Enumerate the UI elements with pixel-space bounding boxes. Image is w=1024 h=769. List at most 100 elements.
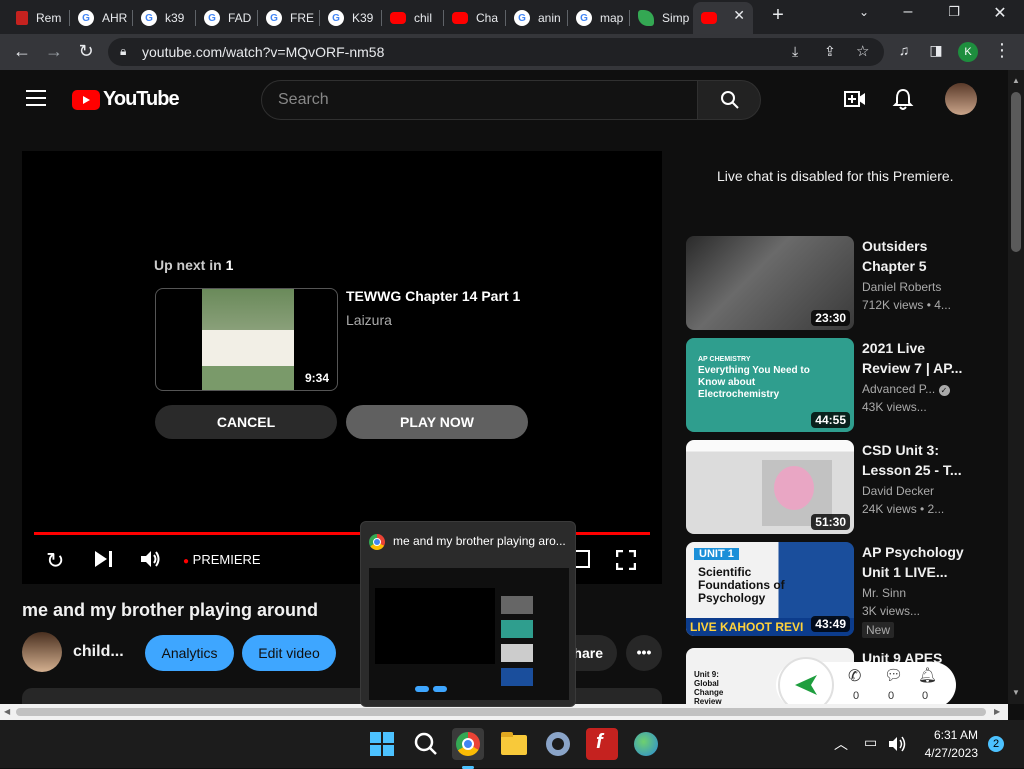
restore-icon[interactable]: ❐ (942, 4, 966, 20)
preview-thumbnail[interactable] (369, 568, 569, 700)
browser-tab[interactable]: G FRE (258, 4, 320, 32)
video-title[interactable]: CSD Unit 3: Lesson 25 - T... (862, 440, 972, 480)
next-video-icon[interactable] (94, 550, 114, 568)
thumbnail-text: Everything You Need to Know about Electr… (698, 365, 810, 400)
clock-time[interactable]: 6:31 AM (918, 728, 978, 742)
recommended-video[interactable]: AP CHEMISTRY Everything You Need to Know… (686, 338, 986, 432)
back-icon[interactable]: ← (10, 41, 34, 62)
hamburger-menu-icon[interactable] (26, 90, 46, 106)
taskbar-search-icon[interactable] (410, 728, 442, 760)
browser-tab[interactable]: Cha (444, 4, 506, 32)
channel-avatar[interactable] (22, 632, 62, 672)
video-title[interactable]: 2021 Live Review 7 | AP... (862, 338, 972, 378)
video-channel[interactable]: Advanced P... ✓ (862, 382, 950, 396)
network-icon[interactable]: ▭ (864, 734, 877, 751)
globe-app-icon[interactable] (630, 728, 662, 760)
fullscreen-icon[interactable] (616, 550, 636, 570)
browser-toolbar: ← → ↻ 🔒︎ youtube.com/watch?v=MQvORF-nm58… (0, 34, 1024, 70)
media-control-icon[interactable]: ♫ (894, 42, 914, 58)
side-panel-icon[interactable]: ◨ (926, 42, 946, 59)
browser-tab[interactable]: G FAD (196, 4, 258, 32)
file-explorer-icon[interactable] (498, 728, 530, 760)
show-hidden-icons-chevron-icon[interactable]: ︿ (834, 734, 848, 754)
video-thumbnail[interactable]: AP CHEMISTRY Everything You Need to Know… (686, 338, 854, 432)
analytics-button[interactable]: Analytics (145, 635, 234, 671)
browser-tab[interactable]: G map (568, 4, 630, 32)
recommended-video[interactable]: 51:30 CSD Unit 3: Lesson 25 - T... David… (686, 440, 986, 534)
browser-tab[interactable]: Rem (8, 4, 70, 32)
create-video-icon[interactable] (844, 88, 866, 110)
share-icon[interactable]: ⇪ (824, 43, 836, 60)
volume-icon[interactable] (140, 549, 162, 569)
up-next-title[interactable]: TEWWG Chapter 14 Part 1 (346, 288, 520, 304)
flash-app-icon[interactable]: f (586, 728, 618, 760)
speaker-icon[interactable] (888, 735, 908, 753)
cancel-autoplay-button[interactable]: CANCEL (155, 405, 337, 439)
minimize-icon[interactable]: – (896, 3, 920, 21)
new-tab-icon[interactable]: + (766, 4, 790, 27)
taskbar-window-preview[interactable]: me and my brother playing aro... (360, 521, 576, 707)
video-channel[interactable]: Mr. Sinn (862, 586, 906, 600)
preview-edit (433, 686, 447, 692)
browser-tab-active[interactable]: ✕ (693, 2, 753, 34)
edit-video-button[interactable]: Edit video (242, 635, 336, 671)
scroll-down-icon[interactable]: ▼ (1012, 688, 1020, 697)
chat-bubble-icon[interactable]: 💬︎ (884, 666, 903, 684)
video-thumbnail[interactable]: 23:30 (686, 236, 854, 330)
vertical-scrollbar[interactable]: ▲ ▼ (1008, 70, 1024, 704)
menu-dots-icon[interactable]: ⋮ (992, 40, 1012, 61)
browser-tab[interactable]: G AHR (70, 4, 133, 32)
browser-tab[interactable]: G anin (506, 4, 568, 32)
scrollbar-thumb[interactable] (1011, 92, 1021, 252)
tab-label: chil (414, 11, 433, 25)
search-button[interactable] (697, 80, 761, 120)
bookmark-star-icon[interactable]: ☆ (856, 42, 869, 60)
video-channel[interactable]: Daniel Roberts (862, 280, 941, 294)
clock-date[interactable]: 4/27/2023 (918, 746, 978, 760)
replay-icon[interactable]: ↻ (46, 548, 64, 574)
url-text[interactable]: youtube.com/watch?v=MQvORF-nm58 (142, 44, 384, 60)
notifications-bell-icon[interactable] (892, 87, 914, 111)
up-next-duration: 9:34 (300, 370, 333, 386)
preview-title: me and my brother playing aro... (393, 534, 566, 548)
reload-icon[interactable]: ↻ (74, 41, 98, 62)
bell-icon[interactable]: 🔔︎ (918, 666, 937, 684)
install-icon[interactable]: ⤓ (792, 43, 798, 60)
chrome-icon (456, 732, 480, 756)
search-input[interactable]: Search (261, 80, 698, 120)
tab-search-icon[interactable]: ⌄ (852, 5, 876, 19)
video-title[interactable]: Outsiders Chapter 5 (862, 236, 972, 276)
video-player[interactable]: Up next in 1 9:34 TEWWG Chapter 14 Part … (22, 151, 662, 584)
play-now-button[interactable]: PLAY NOW (346, 405, 528, 439)
video-thumbnail[interactable]: 51:30 (686, 440, 854, 534)
video-thumbnail[interactable]: UNIT 1 Scientific Foundations of Psychol… (686, 542, 854, 636)
browser-tab[interactable]: G K39 (320, 4, 382, 32)
browser-tab[interactable]: chil (382, 4, 444, 32)
windows-start-icon[interactable] (366, 728, 398, 760)
browser-tab[interactable]: G k39 (133, 4, 196, 32)
scroll-left-icon[interactable]: ◀ (4, 707, 10, 716)
recommended-video[interactable]: 23:30 Outsiders Chapter 5 Daniel Roberts… (686, 236, 986, 330)
more-actions-icon[interactable]: ••• (626, 635, 662, 671)
taskbar-chrome-button[interactable] (452, 728, 484, 769)
profile-avatar[interactable]: K (958, 42, 978, 62)
recommended-video[interactable]: UNIT 1 Scientific Foundations of Psychol… (686, 542, 986, 638)
close-window-icon[interactable]: ✕ (988, 3, 1012, 23)
phone-icon[interactable]: ✆ (848, 666, 861, 686)
video-channel[interactable]: David Decker (862, 484, 934, 498)
google-icon: G (141, 10, 157, 26)
youtube-logo[interactable]: YouTube (72, 88, 180, 111)
settings-gear-icon[interactable] (542, 728, 574, 760)
user-avatar[interactable] (945, 83, 977, 115)
up-next-thumbnail[interactable]: 9:34 (155, 288, 338, 391)
address-bar[interactable]: 🔒︎ youtube.com/watch?v=MQvORF-nm58 ⤓ ⇪ ☆ (108, 38, 884, 66)
forward-icon[interactable]: → (42, 41, 66, 62)
browser-tab[interactable]: Simp (630, 4, 692, 32)
notification-count-badge[interactable]: 2 (988, 736, 1004, 752)
close-tab-icon[interactable]: ✕ (733, 7, 745, 24)
video-title[interactable]: AP Psychology Unit 1 LIVE... (862, 542, 972, 582)
scroll-right-icon[interactable]: ▶ (994, 707, 1000, 716)
scroll-up-icon[interactable]: ▲ (1012, 76, 1020, 85)
channel-name[interactable]: child... (73, 643, 124, 661)
horizontal-scrollbar-thumb[interactable] (16, 708, 986, 716)
